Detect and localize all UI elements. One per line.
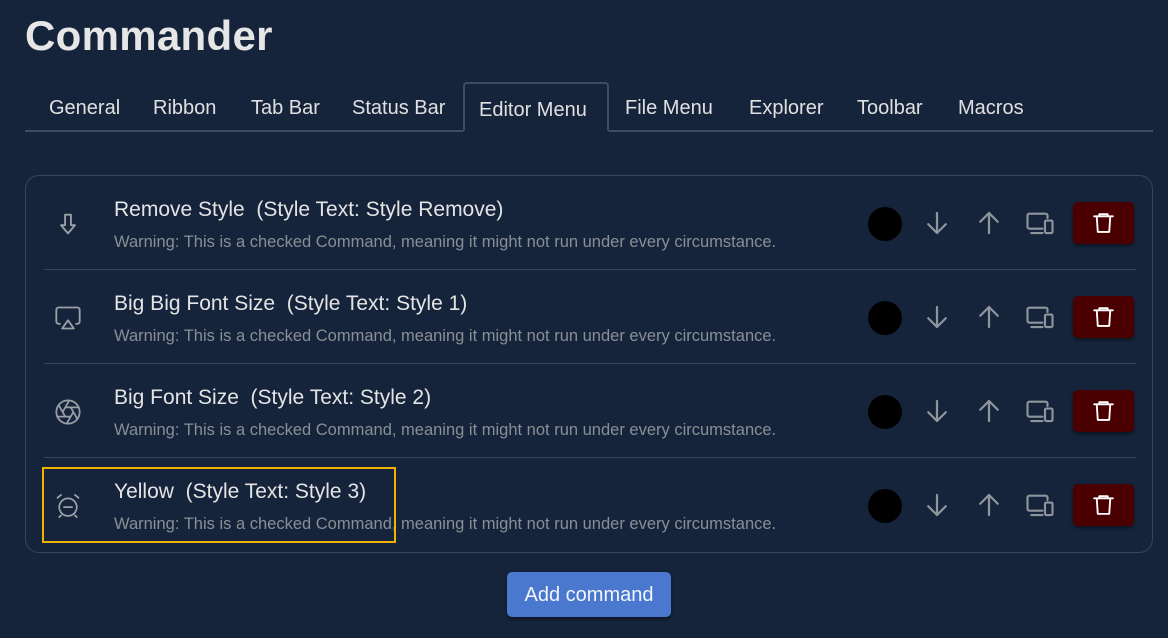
move-down-button[interactable]	[922, 396, 952, 426]
tab-file-menu[interactable]: File Menu	[611, 82, 727, 130]
command-warning: Warning: This is a checked Command, mean…	[114, 327, 777, 345]
move-down-button[interactable]	[922, 208, 952, 238]
device-mode-button[interactable]	[1025, 490, 1055, 520]
tab-explorer[interactable]: Explorer	[735, 82, 837, 130]
arrow-down-outline-icon[interactable]	[54, 210, 82, 238]
device-mode-button[interactable]	[1025, 396, 1055, 426]
tab-toolbar[interactable]: Toolbar	[843, 82, 937, 130]
command-row: Big Font Size (Style Text: Style 2) Warn…	[44, 364, 1136, 458]
move-up-button[interactable]	[974, 302, 1004, 332]
delete-button[interactable]	[1073, 296, 1134, 338]
color-picker[interactable]	[868, 395, 902, 429]
command-warning: Warning: This is a checked Command, mean…	[114, 515, 777, 533]
color-picker[interactable]	[868, 207, 902, 241]
add-command-button[interactable]: Add command	[507, 572, 671, 617]
tab-bar: General Ribbon Tab Bar Status Bar Editor…	[25, 82, 1153, 132]
move-up-button[interactable]	[974, 396, 1004, 426]
trash-icon	[1093, 307, 1114, 327]
tab-ribbon[interactable]: Ribbon	[139, 82, 230, 130]
delete-button[interactable]	[1073, 390, 1134, 432]
tab-macros[interactable]: Macros	[944, 82, 1038, 130]
move-down-button[interactable]	[922, 302, 952, 332]
delete-button[interactable]	[1073, 484, 1134, 526]
tab-status-bar[interactable]: Status Bar	[338, 82, 459, 130]
move-down-button[interactable]	[922, 490, 952, 520]
delete-button[interactable]	[1073, 202, 1134, 244]
device-mode-button[interactable]	[1025, 302, 1055, 332]
command-name: Remove Style (Style Text: Style Remove)	[114, 198, 504, 221]
command-row: Remove Style (Style Text: Style Remove) …	[44, 176, 1136, 270]
command-warning: Warning: This is a checked Command, mean…	[114, 233, 777, 251]
command-list-panel: Remove Style (Style Text: Style Remove) …	[25, 175, 1153, 553]
commander-settings-page: Commander General Ribbon Tab Bar Status …	[0, 0, 1168, 638]
page-title: Commander	[25, 12, 273, 59]
aperture-icon[interactable]	[54, 398, 82, 426]
command-name: Yellow (Style Text: Style 3)	[114, 480, 367, 503]
trash-icon	[1093, 213, 1114, 233]
command-name: Big Font Size (Style Text: Style 2)	[114, 386, 432, 409]
command-name: Big Big Font Size (Style Text: Style 1)	[114, 292, 468, 315]
move-up-button[interactable]	[974, 490, 1004, 520]
color-picker[interactable]	[868, 489, 902, 523]
move-up-button[interactable]	[974, 208, 1004, 238]
device-mode-button[interactable]	[1025, 208, 1055, 238]
tab-tab-bar[interactable]: Tab Bar	[237, 82, 334, 130]
command-row: Yellow (Style Text: Style 3) Warning: Th…	[44, 458, 1136, 552]
airplay-icon[interactable]	[54, 304, 82, 332]
tab-general[interactable]: General	[35, 82, 134, 130]
color-picker[interactable]	[868, 301, 902, 335]
alarm-clock-off-icon[interactable]	[54, 492, 82, 520]
command-row: Big Big Font Size (Style Text: Style 1) …	[44, 270, 1136, 364]
tab-editor-menu[interactable]: Editor Menu	[463, 82, 609, 132]
trash-icon	[1093, 495, 1114, 515]
command-warning: Warning: This is a checked Command, mean…	[114, 421, 777, 439]
trash-icon	[1093, 401, 1114, 421]
